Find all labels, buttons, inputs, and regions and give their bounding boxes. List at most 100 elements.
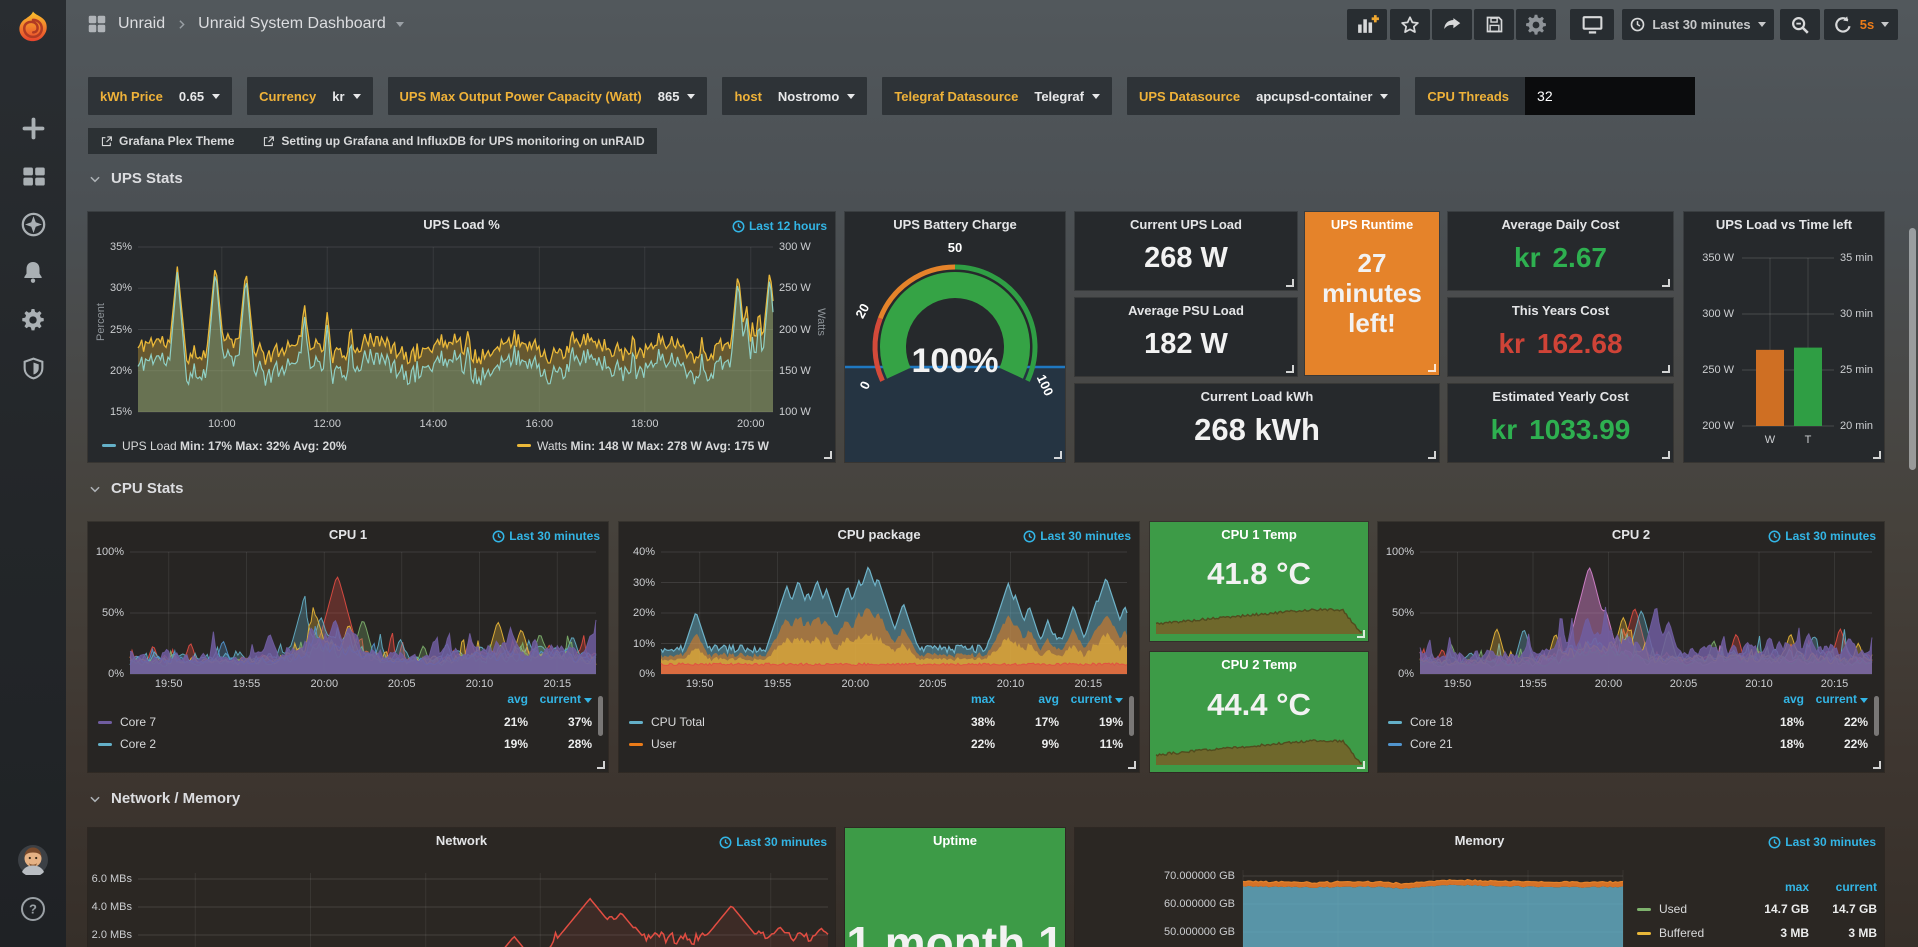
- legend-series-name[interactable]: Core 21: [1410, 737, 1453, 751]
- refresh-interval-label[interactable]: 5s: [1860, 17, 1874, 32]
- panel-resize-handle[interactable]: [1662, 279, 1670, 287]
- breadcrumb-section[interactable]: Unraid: [118, 15, 165, 33]
- variable-value-dropdown[interactable]: Nostromo: [778, 89, 867, 104]
- section-header-network-memory[interactable]: Network / Memory: [88, 790, 240, 807]
- panel-title[interactable]: Estimated Yearly Cost: [1448, 389, 1673, 404]
- panel-title[interactable]: UPS Load %: [88, 217, 835, 232]
- variable-label: Telegraf Datasource: [894, 89, 1034, 104]
- panel-resize-handle[interactable]: [1428, 364, 1436, 372]
- battery-gauge[interactable]: 02050100: [845, 212, 1065, 462]
- legend-column-max[interactable]: max: [1739, 880, 1809, 894]
- legend-column-avg[interactable]: avg: [1734, 692, 1804, 706]
- legend-item[interactable]: Watts Min: 148 W Max: 278 W Avg: 175 W: [517, 439, 769, 453]
- zoom-out-button[interactable]: [1780, 9, 1820, 40]
- dashboard-title-caret[interactable]: [396, 22, 404, 27]
- panel-resize-handle[interactable]: [1357, 630, 1365, 638]
- cpu-package-chart[interactable]: 40%30%20%10%0%19:5019:5520:0020:0520:102…: [619, 522, 1139, 772]
- panel-resize-handle[interactable]: [1128, 761, 1136, 769]
- sidebar-item-create[interactable]: [0, 113, 66, 143]
- sidebar-item-alerting[interactable]: [0, 257, 66, 287]
- panel-title[interactable]: Average Daily Cost: [1448, 217, 1673, 232]
- section-header-ups-stats[interactable]: UPS Stats: [88, 170, 183, 187]
- refresh-button[interactable]: 5s: [1824, 9, 1898, 40]
- dashboard-link-2[interactable]: Setting up Grafana and InfluxDB for UPS …: [262, 134, 644, 148]
- variable-value-dropdown[interactable]: 0.65: [179, 89, 232, 104]
- share-dashboard-button[interactable]: [1432, 9, 1472, 40]
- tv-mode-button[interactable]: [1570, 9, 1614, 40]
- legend-scrollbar[interactable]: [1874, 696, 1879, 736]
- panel-resize-handle[interactable]: [1662, 451, 1670, 459]
- star-dashboard-button[interactable]: [1390, 9, 1430, 40]
- grafana-logo[interactable]: [0, 9, 66, 49]
- panel-resize-handle[interactable]: [1054, 451, 1062, 459]
- sidebar-item-help[interactable]: ?: [0, 896, 66, 922]
- variable-value-dropdown[interactable]: 865: [658, 89, 708, 104]
- panel-resize-handle[interactable]: [1662, 365, 1670, 373]
- legend-series-name[interactable]: Watts: [537, 439, 571, 453]
- panel-title[interactable]: CPU 1 Temp: [1150, 527, 1368, 542]
- cpu-threads-input[interactable]: [1525, 77, 1695, 115]
- sidebar-item-dashboards[interactable]: [0, 161, 66, 191]
- panel-resize-handle[interactable]: [1286, 365, 1294, 373]
- ups-load-chart[interactable]: 35%30%25%20%15%300 W250 W200 W150 W100 W…: [88, 212, 835, 462]
- scrollbar-thumb[interactable]: [1909, 228, 1916, 470]
- legend-column-current[interactable]: current: [522, 692, 592, 706]
- breadcrumb-page-title[interactable]: Unraid System Dashboard: [198, 15, 386, 33]
- time-picker-button[interactable]: Last 30 minutes: [1622, 9, 1774, 40]
- legend-scrollbar[interactable]: [598, 696, 603, 736]
- panel-estimated-yearly-cost: Estimated Yearly Cost kr1033.99: [1448, 384, 1673, 462]
- legend-item[interactable]: UPS Load Min: 17% Max: 32% Avg: 20%: [102, 439, 347, 453]
- panel-resize-handle[interactable]: [1286, 279, 1294, 287]
- variable-value-dropdown[interactable]: apcupsd-container: [1256, 89, 1400, 104]
- legend-series-name[interactable]: Buffered: [1659, 926, 1704, 940]
- cpu2-chart[interactable]: 100%50%0%19:5019:5520:0020:0520:1020:15a…: [1378, 522, 1884, 772]
- refresh-caret[interactable]: [1881, 22, 1889, 27]
- cpu1-ch art[interactable]: 100%50%0%19:5019:5520:0020:0520:1020:15a…: [88, 522, 608, 772]
- legend-column-max[interactable]: max: [925, 692, 995, 706]
- legend-column-avg[interactable]: avg: [989, 692, 1059, 706]
- panel-resize-handle[interactable]: [597, 761, 605, 769]
- legend-series-name[interactable]: CPU Total: [651, 715, 705, 729]
- legend-column-current[interactable]: current: [1798, 692, 1868, 706]
- variable-value-dropdown[interactable]: Telegraf: [1034, 89, 1112, 104]
- panel-resize-handle[interactable]: [824, 451, 832, 459]
- variable-value-dropdown[interactable]: kr: [332, 89, 372, 104]
- panel-title[interactable]: UPS Runtime: [1305, 217, 1439, 232]
- panel-title[interactable]: Current Load kWh: [1075, 389, 1439, 404]
- legend-column-avg[interactable]: avg: [458, 692, 528, 706]
- panel-resize-handle[interactable]: [1873, 451, 1881, 459]
- legend-scrollbar[interactable]: [1129, 696, 1134, 736]
- legend-series-name[interactable]: Used: [1659, 902, 1687, 916]
- legend-series-name[interactable]: Core 18: [1410, 715, 1453, 729]
- panel-title[interactable]: Average PSU Load: [1075, 303, 1297, 318]
- panel-resize-handle[interactable]: [1428, 451, 1436, 459]
- legend-column-current[interactable]: current: [1807, 880, 1877, 894]
- panel-title[interactable]: Uptime: [845, 833, 1065, 848]
- save-dashboard-button[interactable]: [1474, 9, 1514, 40]
- dashboard-settings-button[interactable]: [1516, 9, 1556, 40]
- sidebar-item-explore[interactable]: [0, 209, 66, 239]
- dashboard-link-1[interactable]: Grafana Plex Theme: [100, 134, 234, 148]
- y-axis-tick: 50%: [1378, 607, 1414, 619]
- ups-load-vs-time-chart[interactable]: 350 W300 W250 W200 W35 min30 min25 min20…: [1684, 212, 1884, 462]
- section-header-cpu-stats[interactable]: CPU Stats: [88, 480, 184, 497]
- legend-series-name[interactable]: User: [651, 737, 676, 751]
- add-panel-button[interactable]: [1347, 9, 1387, 40]
- panel-title[interactable]: This Years Cost: [1448, 303, 1673, 318]
- panel-resize-handle[interactable]: [1873, 761, 1881, 769]
- x-axis-tick: 10:00: [204, 418, 240, 430]
- panel-resize-handle[interactable]: [1357, 761, 1365, 769]
- sidebar-item-server-admin[interactable]: [0, 353, 66, 383]
- panel-title[interactable]: Memory: [1075, 833, 1884, 848]
- legend-series-name[interactable]: UPS Load: [122, 439, 180, 453]
- panel-title[interactable]: CPU 2 Temp: [1150, 657, 1368, 672]
- apps-grid-icon[interactable]: [86, 13, 108, 35]
- sidebar-item-profile[interactable]: [0, 845, 66, 875]
- panel-title[interactable]: UPS Load vs Time left: [1684, 217, 1884, 232]
- legend-column-current[interactable]: current: [1053, 692, 1123, 706]
- sidebar-item-configuration[interactable]: [0, 305, 66, 335]
- panel-title[interactable]: Current UPS Load: [1075, 217, 1297, 232]
- legend-series-name[interactable]: Core 2: [120, 737, 156, 751]
- legend-series-name[interactable]: Core 7: [120, 715, 156, 729]
- panel-title[interactable]: UPS Battery Charge: [845, 217, 1065, 232]
